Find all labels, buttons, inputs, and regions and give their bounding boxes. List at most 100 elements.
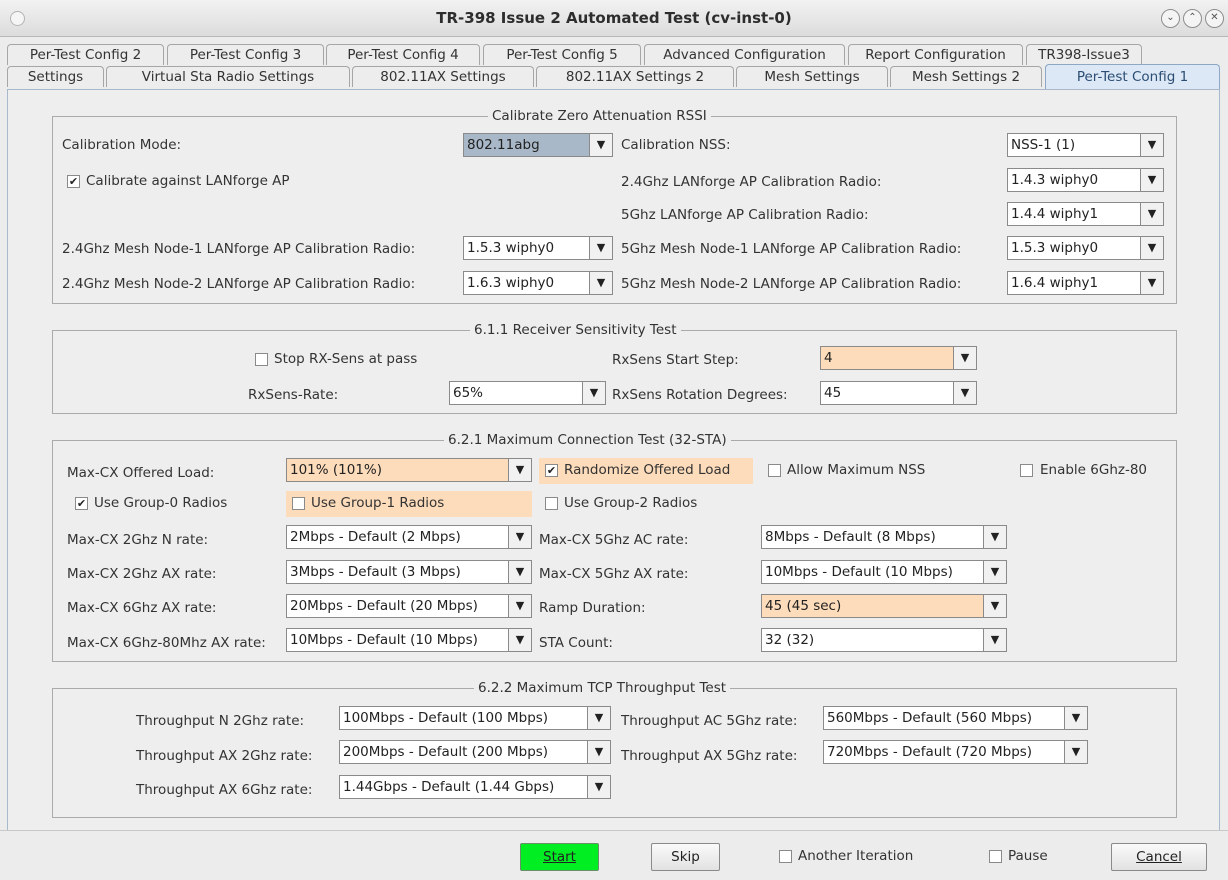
maxcx-offered-load-select[interactable]: 101% (101%) ▼ bbox=[286, 458, 532, 482]
close-icon[interactable]: ✕ bbox=[1205, 9, 1224, 28]
tab-mesh-settings[interactable]: Mesh Settings bbox=[736, 66, 888, 87]
rxsens-rate-label: RxSens-Rate: bbox=[248, 387, 339, 403]
tab-per-test-config-5[interactable]: Per-Test Config 5 bbox=[483, 44, 641, 65]
mesh1-radio-24-label: 2.4Ghz Mesh Node-1 LANforge AP Calibrati… bbox=[62, 241, 416, 257]
rxsens-start-step-select[interactable]: 4 ▼ bbox=[820, 346, 977, 370]
ramp-duration-select[interactable]: 45 (45 sec) ▼ bbox=[761, 594, 1007, 618]
chevron-down-icon[interactable]: ▼ bbox=[587, 776, 610, 798]
maxcx-group-title: 6.2.1 Maximum Connection Test (32-STA) bbox=[444, 432, 731, 448]
tcp-ax6-label: Throughput AX 6Ghz rate: bbox=[136, 782, 313, 798]
chevron-down-icon[interactable]: ▼ bbox=[508, 629, 531, 651]
chevron-down-icon[interactable]: ▼ bbox=[508, 526, 531, 548]
mesh1-radio-24-value: 1.5.3 wiphy0 bbox=[467, 240, 555, 256]
tab-tr398-issue3[interactable]: TR398-Issue3 bbox=[1026, 44, 1142, 65]
allow-max-nss-checkbox[interactable] bbox=[768, 464, 781, 477]
chevron-down-icon[interactable]: ▼ bbox=[589, 272, 612, 294]
calibrate-against-ap-checkbox[interactable]: ✔ bbox=[67, 175, 80, 188]
maxcx-5ghz-ax-select[interactable]: 10Mbps - Default (10 Mbps) ▼ bbox=[761, 560, 1007, 584]
mesh2-radio-24-select[interactable]: 1.6.3 wiphy0 ▼ bbox=[463, 271, 613, 295]
chevron-down-icon[interactable]: ▼ bbox=[983, 561, 1006, 583]
cancel-button[interactable]: Cancel bbox=[1111, 843, 1207, 871]
tcp-ax6-select[interactable]: 1.44Gbps - Default (1.44 Gbps) ▼ bbox=[339, 775, 611, 799]
chevron-down-icon[interactable]: ▼ bbox=[983, 595, 1006, 617]
maximize-icon[interactable]: ⌃ bbox=[1183, 9, 1202, 28]
mesh1-radio-5-select[interactable]: 1.5.3 wiphy0 ▼ bbox=[1007, 236, 1164, 260]
chevron-down-icon[interactable]: ▼ bbox=[1140, 169, 1163, 191]
mesh2-radio-24-value: 1.6.3 wiphy0 bbox=[467, 275, 555, 291]
chevron-down-icon[interactable]: ▼ bbox=[508, 561, 531, 583]
maxcx-6ghz-ax-select[interactable]: 20Mbps - Default (20 Mbps) ▼ bbox=[286, 594, 532, 618]
randomize-offered-load-checkbox[interactable]: ✔ bbox=[545, 464, 558, 477]
maxcx-2ghz-n-value: 2Mbps - Default (2 Mbps) bbox=[290, 529, 461, 545]
mesh1-radio-24-select[interactable]: 1.5.3 wiphy0 ▼ bbox=[463, 236, 613, 260]
rxsens-start-step-label: RxSens Start Step: bbox=[612, 352, 739, 368]
chevron-down-icon[interactable]: ▼ bbox=[1140, 203, 1163, 225]
tcp-n2-select[interactable]: 100Mbps - Default (100 Mbps) ▼ bbox=[339, 706, 611, 730]
maxcx-2ghz-ax-value: 3Mbps - Default (3 Mbps) bbox=[290, 564, 461, 580]
use-group0-checkbox[interactable]: ✔ bbox=[75, 497, 88, 510]
pause-label: Pause bbox=[1008, 848, 1048, 864]
tcp-ax2-value: 200Mbps - Default (200 Mbps) bbox=[343, 744, 549, 760]
tab-per-test-config-1[interactable]: Per-Test Config 1 bbox=[1045, 64, 1220, 89]
chevron-down-icon[interactable]: ▼ bbox=[953, 347, 976, 369]
chevron-down-icon[interactable]: ▼ bbox=[582, 382, 605, 404]
ap-radio-5-select[interactable]: 1.4.4 wiphy1 ▼ bbox=[1007, 202, 1164, 226]
tab-per-test-config-2[interactable]: Per-Test Config 2 bbox=[7, 44, 164, 65]
chevron-down-icon[interactable]: ▼ bbox=[508, 459, 531, 481]
mesh2-radio-5-select[interactable]: 1.6.4 wiphy1 ▼ bbox=[1007, 271, 1164, 295]
tab-per-test-config-4[interactable]: Per-Test Config 4 bbox=[326, 44, 480, 65]
tab-settings[interactable]: Settings bbox=[7, 66, 104, 87]
chevron-down-icon[interactable]: ▼ bbox=[587, 707, 610, 729]
maxcx-5ghz-ac-label: Max-CX 5Ghz AC rate: bbox=[539, 532, 689, 548]
rxsens-rotation-select[interactable]: 45 ▼ bbox=[820, 381, 977, 405]
chevron-down-icon[interactable]: ▼ bbox=[1064, 707, 1087, 729]
tcp-ac5-select[interactable]: 560Mbps - Default (560 Mbps) ▼ bbox=[823, 706, 1088, 730]
stop-rxsens-checkbox[interactable] bbox=[255, 353, 268, 366]
chevron-down-icon[interactable]: ▼ bbox=[508, 595, 531, 617]
minimize-icon[interactable]: ⌄ bbox=[1161, 9, 1180, 28]
chevron-down-icon[interactable]: ▼ bbox=[983, 629, 1006, 651]
use-group2-checkbox[interactable] bbox=[545, 497, 558, 510]
maxcx-2ghz-ax-select[interactable]: 3Mbps - Default (3 Mbps) ▼ bbox=[286, 560, 532, 584]
tcp-ax5-select[interactable]: 720Mbps - Default (720 Mbps) ▼ bbox=[823, 740, 1088, 764]
tab-per-test-config-3[interactable]: Per-Test Config 3 bbox=[167, 44, 324, 65]
tab-virtual-sta-radio-settings[interactable]: Virtual Sta Radio Settings bbox=[106, 66, 350, 87]
chevron-down-icon[interactable]: ▼ bbox=[587, 741, 610, 763]
use-group1-checkbox[interactable] bbox=[292, 497, 305, 510]
chevron-down-icon[interactable]: ▼ bbox=[1140, 272, 1163, 294]
tab-mesh-settings-2[interactable]: Mesh Settings 2 bbox=[890, 66, 1042, 87]
chevron-down-icon[interactable]: ▼ bbox=[1140, 237, 1163, 259]
calibration-nss-select[interactable]: NSS-1 (1) ▼ bbox=[1007, 133, 1164, 157]
chevron-down-icon[interactable]: ▼ bbox=[1140, 134, 1163, 156]
tab-80211ax-settings[interactable]: 802.11AX Settings bbox=[352, 66, 534, 87]
ap-radio-24-select[interactable]: 1.4.3 wiphy0 ▼ bbox=[1007, 168, 1164, 192]
tab-advanced-configuration[interactable]: Advanced Configuration bbox=[644, 44, 845, 65]
tab-report-configuration[interactable]: Report Configuration bbox=[848, 44, 1023, 65]
maxcx-6ghz-80-ax-select[interactable]: 10Mbps - Default (10 Mbps) ▼ bbox=[286, 628, 532, 652]
chevron-down-icon[interactable]: ▼ bbox=[589, 237, 612, 259]
chevron-down-icon[interactable]: ▼ bbox=[953, 382, 976, 404]
calibration-mode-label: Calibration Mode: bbox=[62, 137, 182, 153]
mesh2-radio-5-value: 1.6.4 wiphy1 bbox=[1011, 275, 1099, 291]
calibration-mode-select[interactable]: 802.11abg ▼ bbox=[463, 133, 613, 157]
chevron-down-icon[interactable]: ▼ bbox=[983, 526, 1006, 548]
rxsens-start-step-value: 4 bbox=[824, 350, 833, 366]
sta-count-select[interactable]: 32 (32) ▼ bbox=[761, 628, 1007, 652]
tcp-ax2-select[interactable]: 200Mbps - Default (200 Mbps) ▼ bbox=[339, 740, 611, 764]
tab-80211ax-settings-2[interactable]: 802.11AX Settings 2 bbox=[536, 66, 734, 87]
tcp-group-title: 6.2.2 Maximum TCP Throughput Test bbox=[474, 680, 731, 696]
maxcx-2ghz-n-select[interactable]: 2Mbps - Default (2 Mbps) ▼ bbox=[286, 525, 532, 549]
tcp-n2-value: 100Mbps - Default (100 Mbps) bbox=[343, 710, 549, 726]
cancel-button-label: Cancel bbox=[1136, 849, 1182, 865]
ramp-duration-value: 45 (45 sec) bbox=[765, 598, 842, 614]
enable-6ghz-80-checkbox[interactable] bbox=[1020, 464, 1033, 477]
rxsens-rate-value: 65% bbox=[453, 385, 484, 401]
rxsens-rate-select[interactable]: 65% ▼ bbox=[449, 381, 606, 405]
start-button[interactable]: Start bbox=[520, 843, 599, 871]
pause-checkbox[interactable] bbox=[989, 850, 1002, 863]
chevron-down-icon[interactable]: ▼ bbox=[589, 134, 612, 156]
another-iteration-checkbox[interactable] bbox=[779, 850, 792, 863]
skip-button[interactable]: Skip bbox=[651, 843, 720, 871]
chevron-down-icon[interactable]: ▼ bbox=[1064, 741, 1087, 763]
maxcx-5ghz-ac-select[interactable]: 8Mbps - Default (8 Mbps) ▼ bbox=[761, 525, 1007, 549]
